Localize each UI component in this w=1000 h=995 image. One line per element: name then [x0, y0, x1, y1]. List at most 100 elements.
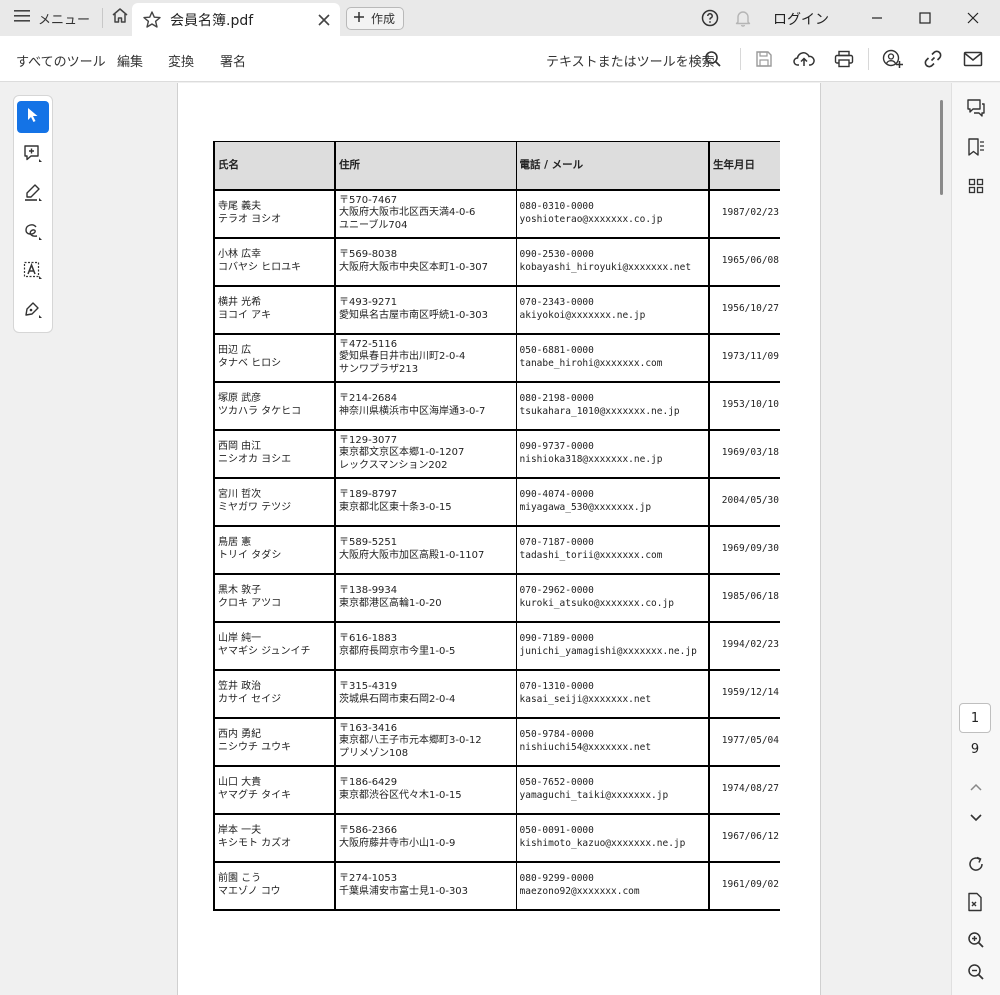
page-number-input[interactable]: 1 — [959, 703, 991, 733]
table-row: 西内 勇紀 ニシウチ ユウキ 〒163-3416 東京都八王子市元本郷町3-0-12 プ… — [213, 717, 780, 766]
minimize-button[interactable] — [854, 0, 900, 36]
member-address-cell-line: 大阪府大阪市中央区本町1-0-307 — [339, 261, 489, 273]
highlight-tool-button[interactable] — [17, 179, 49, 211]
menu-convert[interactable]: 変換 — [168, 51, 194, 70]
member-contact-cell-line: 050-9784-0000 — [519, 729, 594, 740]
table-row: 塚原 武彦 ツカハラ タケヒコ 〒214-2684 神奈川県横浜市中区海岸通3-0-7… — [213, 381, 780, 430]
text-box-icon — [23, 261, 43, 285]
member-name-cell: 鳥居 憲トリイ タダシ — [213, 525, 336, 574]
member-dob-cell: 2004/05/30 — [708, 477, 780, 526]
member-contact-cell: 080-0310-0000 yoshioterao@xxxxxxx.co.jp — [515, 189, 710, 238]
member-name-cell-line: 西内 勇紀 — [218, 729, 262, 740]
page-up-icon[interactable] — [965, 776, 987, 798]
member-address-cell-line: 〒129-3077 — [339, 434, 398, 446]
zoom-in-icon[interactable] — [965, 929, 987, 951]
member-address-cell: 〒569-8038 大阪府大阪市中央区本町1-0-307 — [334, 237, 517, 286]
member-table: 氏名 住所 電話 / メール 生年月日 寺尾 義夫 テラオ ヨシオ 〒570-746… — [213, 141, 780, 911]
member-contact-cell-line: 050-0091-0000 — [519, 825, 594, 836]
search-icon[interactable] — [702, 48, 724, 70]
maximize-button[interactable] — [902, 0, 948, 36]
comments-panel-icon[interactable] — [965, 97, 987, 119]
close-window-button[interactable] — [950, 0, 996, 36]
menu-all-tools[interactable]: すべてのツール — [16, 51, 106, 70]
vertical-scrollbar[interactable] — [940, 100, 943, 195]
member-contact-cell: 070-2343-0000 akiyokoi@xxxxxxx.ne.jp — [515, 285, 710, 334]
menu-label: メニュー — [38, 12, 91, 28]
member-name-cell-line: カサイ セイジ — [218, 693, 282, 705]
member-contact-cell: 080-2198-0000 tsukahara_1010@xxxxxxx.ne.j… — [515, 381, 710, 430]
bookmark-panel-icon[interactable] — [965, 136, 987, 158]
page-down-icon[interactable] — [965, 807, 987, 829]
member-address-cell-line: 東京都北区東十条3-0-15 — [339, 501, 452, 513]
save-icon[interactable] — [753, 48, 775, 70]
member-address-cell: 〒163-3416 東京都八王子市元本郷町3-0-12 プリメゾン108 — [334, 717, 517, 766]
mail-icon[interactable] — [962, 48, 984, 70]
document-tab[interactable]: 会員名簿.pdf — [132, 3, 340, 36]
zoom-out-icon[interactable] — [965, 961, 987, 983]
member-dob-cell: 1956/10/27 — [708, 285, 780, 334]
member-address-cell: 〒616-1883 京都府長岡京市今里1-0-5 — [334, 621, 517, 670]
refresh-icon[interactable] — [965, 853, 987, 875]
member-contact-cell-line: nishioka318@xxxxxxx.ne.jp — [519, 453, 663, 465]
member-address-cell-line: 〒163-3416 — [339, 722, 398, 734]
member-dob-cell: 1953/10/10 — [708, 381, 780, 430]
menu-edit[interactable]: 編集 — [117, 51, 143, 70]
member-name-cell-line: 寺尾 義夫 — [218, 201, 262, 212]
text-tool-button[interactable] — [17, 257, 49, 289]
table-row: 小林 広幸 コバヤシ ヒロユキ 〒569-8038 大阪府大阪市中央区本町1-0-30… — [213, 237, 780, 286]
menu-button[interactable]: メニュー — [0, 0, 102, 36]
member-address-cell-line: サンワプラザ213 — [339, 363, 419, 375]
member-name-cell-line: 鳥居 憲 — [218, 537, 252, 548]
hamburger-icon — [14, 9, 30, 27]
member-address-cell-line: 東京都文京区本郷1-0-1207 — [339, 447, 465, 459]
member-name-cell: 山口 大貴 ヤマグチ タイキ — [213, 765, 336, 814]
member-address-cell-line: 京都府長岡京市今里1-0-5 — [339, 645, 456, 657]
table-row: 笠井 政治 カサイ セイジ 〒315-4319 茨城県石岡市東石岡2-0-4 070-1… — [213, 669, 780, 718]
star-icon[interactable] — [142, 10, 162, 30]
member-name-cell-line: ツカハラ タケヒコ — [218, 405, 302, 417]
member-contact-cell: 070-1310-0000 kasai_seiji@xxxxxxx.net — [515, 669, 710, 718]
add-user-icon[interactable] — [882, 48, 904, 70]
create-button[interactable]: 作成 — [346, 7, 405, 30]
table-row: 横井 光希 ヨコイ アキ 〒493-9271 愛知県名古屋市南区呼続1-0-303 07… — [213, 285, 780, 334]
bell-icon[interactable] — [734, 9, 752, 31]
member-address-cell-line: 〒586-2366 — [339, 825, 398, 836]
member-address-cell-line: 〒493-9271 — [339, 297, 398, 308]
member-name-cell-line: 笠井 政治 — [218, 681, 262, 692]
page-settings-icon[interactable] — [965, 891, 987, 913]
sign-tool-button[interactable] — [17, 296, 49, 328]
select-tool-button[interactable] — [17, 101, 49, 133]
member-contact-cell: 090-9737-0000 nishioka318@xxxxxxx.ne.jp — [515, 429, 710, 478]
draw-tool-button[interactable] — [17, 218, 49, 250]
member-address-cell: 〒274-1053 千葉県浦安市富士見1-0-303 — [334, 861, 517, 911]
table-row: 前園 こう マエゾノ コウ 〒274-1053 千葉県浦安市富士見1-0-303 080… — [213, 861, 780, 911]
link-icon[interactable] — [922, 48, 944, 70]
add-comment-button[interactable] — [17, 140, 49, 172]
help-icon[interactable] — [701, 9, 719, 31]
member-name-cell-line: ミヤガワ テツジ — [218, 501, 292, 513]
member-name-cell-line: 岸本 一夫 — [218, 825, 262, 836]
member-address-cell: 〒186-6429 東京都渋谷区代々木1-0-15 — [334, 765, 517, 814]
tool-search-label[interactable]: テキストまたはツールを検索 — [546, 51, 715, 70]
header-dob: 生年月日 — [708, 141, 780, 190]
highlighter-icon — [23, 183, 43, 207]
table-row: 山口 大貴 ヤマグチ タイキ 〒186-6429 東京都渋谷区代々木1-0-15 050… — [213, 765, 780, 814]
member-address-cell: 〒493-9271 愛知県名古屋市南区呼続1-0-303 — [334, 285, 517, 334]
member-name-cell: 塚原 武彦 ツカハラ タケヒコ — [213, 381, 336, 430]
thumbnails-panel-icon[interactable] — [965, 175, 987, 197]
print-icon[interactable] — [833, 48, 855, 70]
member-name-cell-line: 横井 光希 — [218, 297, 262, 308]
table-row: 岸本 一夫 キシモト カズオ 〒586-2366 大阪府藤井寺市小山1-0-9 050-… — [213, 813, 780, 862]
login-link[interactable]: ログイン — [773, 9, 829, 29]
cloud-upload-icon[interactable] — [793, 48, 815, 70]
member-name-cell: 小林 広幸 コバヤシ ヒロユキ — [213, 237, 336, 286]
member-name-cell-line: キシモト カズオ — [218, 837, 292, 849]
member-contact-cell: 070-7187-0000 tadashi_torii@xxxxxxx.com — [515, 525, 710, 574]
member-name-cell: 寺尾 義夫 テラオ ヨシオ — [213, 189, 336, 238]
member-dob-cell: 1969/09/30 — [708, 525, 780, 574]
menu-sign[interactable]: 署名 — [220, 51, 246, 70]
member-dob-cell: 1967/06/12 — [708, 813, 780, 862]
member-address-cell-line: 〒189-8797 — [339, 489, 398, 500]
member-contact-cell-line: 090-4074-0000 — [519, 489, 594, 500]
close-tab-icon[interactable] — [316, 12, 332, 28]
